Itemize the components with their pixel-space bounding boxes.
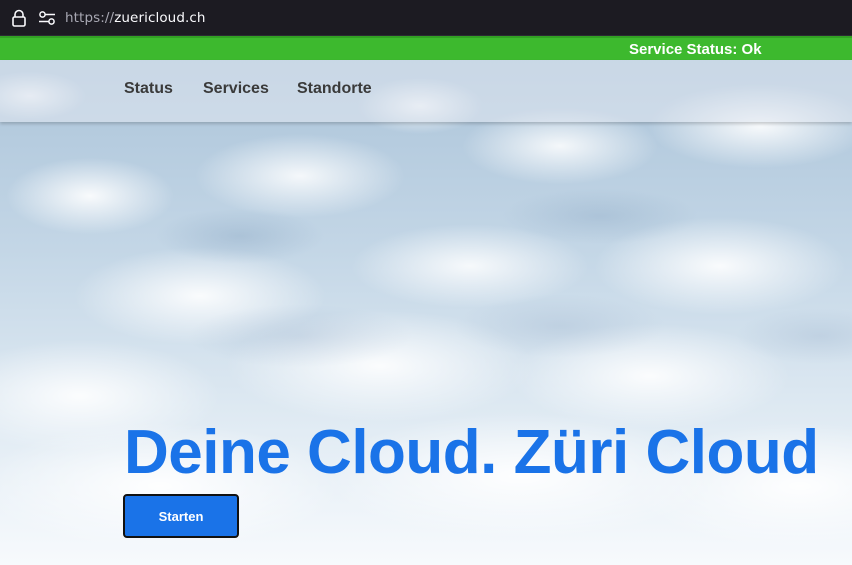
main-navbar: Status Services Standorte [0,60,852,122]
browser-url-bar[interactable]: https://zuericloud.ch [0,0,852,36]
page-content: Service Status: Ok Status Services Stand… [0,36,852,565]
service-status-text: Service Status: Ok [629,41,762,58]
tune-icon[interactable] [38,10,56,26]
nav-item-standorte[interactable]: Standorte [297,80,372,98]
url-text[interactable]: https://zuericloud.ch [65,10,206,26]
service-status-bar: Service Status: Ok [0,36,852,60]
url-scheme: https:// [65,10,115,26]
nav-item-status[interactable]: Status [124,80,173,98]
start-button[interactable]: Starten [123,494,239,538]
url-host: zuericloud.ch [114,10,206,26]
lock-icon[interactable] [11,9,27,27]
nav-item-services[interactable]: Services [203,80,269,98]
hero-title: Deine Cloud. Züri Cloud [124,418,819,487]
